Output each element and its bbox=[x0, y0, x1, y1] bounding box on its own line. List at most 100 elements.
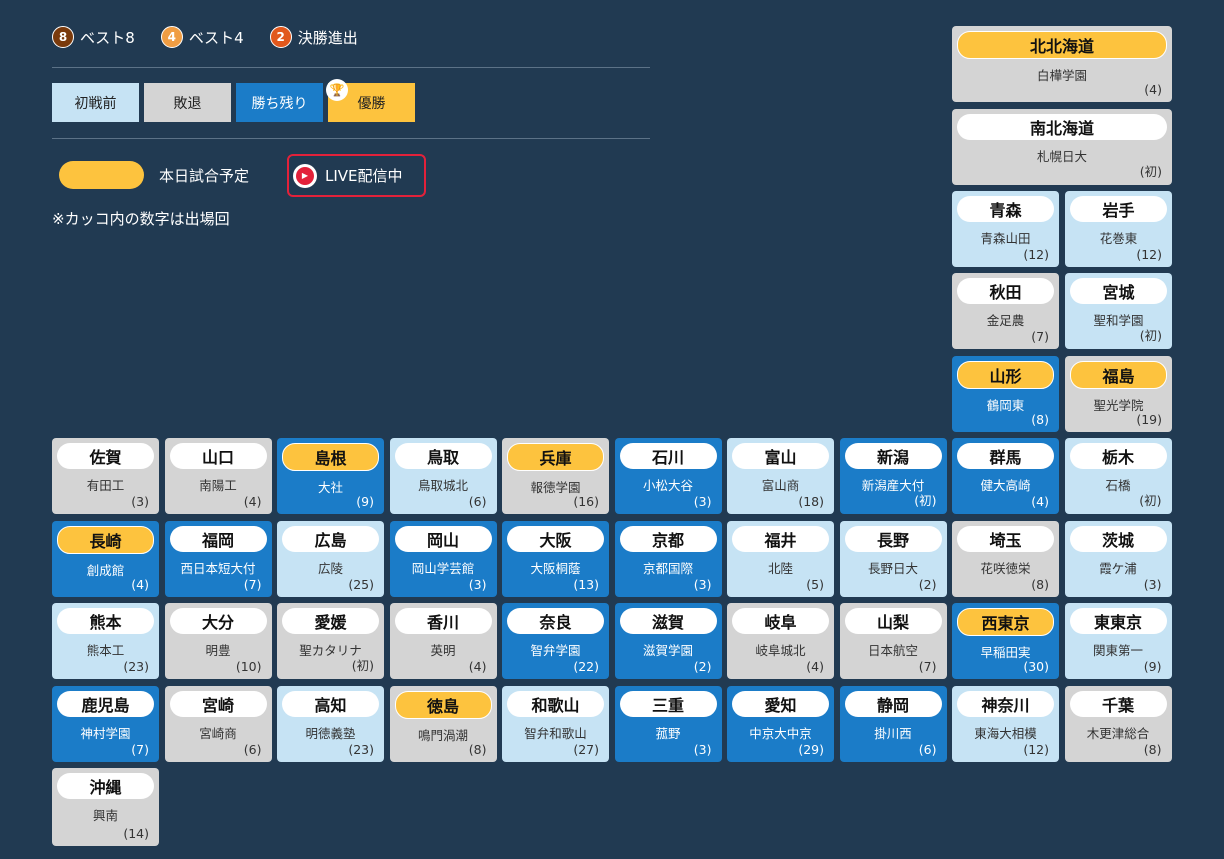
appearance-count: (18) bbox=[798, 494, 824, 509]
prefecture-card[interactable]: 大分 明豊 (10) bbox=[164, 603, 272, 679]
prefecture-card[interactable]: 青森 青森山田 (12) bbox=[952, 191, 1059, 267]
prefecture-card[interactable]: 宮崎 宮崎商 (6) bbox=[164, 685, 272, 762]
prefecture-card[interactable]: 東東京 関東第一 (9) bbox=[1064, 603, 1172, 679]
prefecture-card[interactable]: 岐阜 岐阜城北 (4) bbox=[727, 603, 834, 679]
appearance-count: (7) bbox=[131, 741, 149, 757]
appearance-count: (22) bbox=[573, 659, 599, 674]
prefecture-name: 西東京 bbox=[957, 608, 1054, 636]
prefecture-card[interactable]: 鳥取 鳥取城北 (6) bbox=[389, 438, 497, 514]
prefecture-name: 鳥取 bbox=[394, 443, 492, 469]
prefecture-card[interactable]: 佐賀 有田工 (3) bbox=[52, 438, 159, 514]
prefecture-card[interactable]: 広島 広陵 (25) bbox=[277, 520, 384, 597]
prefecture-card[interactable]: 山口 南陽工 (4) bbox=[164, 438, 272, 514]
prefecture-card[interactable]: 秋田 金足農 (7) bbox=[952, 273, 1059, 349]
prefecture-name: 福島 bbox=[1070, 361, 1167, 389]
prefecture-card[interactable]: 群馬 健大高崎 (4) bbox=[952, 438, 1059, 514]
prefecture-name: 愛知 bbox=[732, 690, 829, 717]
prefecture-card[interactable]: 徳島 鳴門渦潮 (8) bbox=[389, 685, 497, 762]
appearance-count: (23) bbox=[348, 741, 374, 757]
school-name: 木更津総合 bbox=[1086, 725, 1150, 741]
prefecture-card[interactable]: 静岡 掛川西 (6) bbox=[839, 685, 947, 762]
prefecture-card[interactable]: 岡山 岡山学芸館 (3) bbox=[389, 520, 497, 597]
prefecture-card[interactable]: 三重 菰野 (3) bbox=[614, 685, 722, 762]
school-name: 広陵 bbox=[317, 560, 343, 576]
prefecture-card[interactable]: 石川 小松大谷 (3) bbox=[614, 438, 722, 514]
prefecture-name: 岩手 bbox=[1070, 196, 1167, 222]
prefecture-card[interactable]: 富山 富山商 (18) bbox=[727, 438, 834, 514]
appearance-count: (12) bbox=[1136, 247, 1162, 262]
prefecture-card[interactable]: 宮城 聖和学園 (初) bbox=[1065, 273, 1172, 349]
prefecture-name: 宮城 bbox=[1070, 278, 1167, 304]
appearance-count: (8) bbox=[1143, 741, 1162, 757]
prefecture-card[interactable]: 南北海道 札幌日大 (初) bbox=[952, 109, 1172, 185]
appearance-count: (12) bbox=[1023, 247, 1049, 262]
prefecture-card[interactable]: 福岡 西日本短大付 (7) bbox=[164, 520, 272, 597]
prefecture-name: 北北海道 bbox=[957, 31, 1167, 59]
prefecture-card[interactable]: 千葉 木更津総合 (8) bbox=[1064, 685, 1172, 762]
appearance-count: (30) bbox=[1023, 659, 1049, 674]
appearance-count: (初) bbox=[1139, 328, 1162, 343]
live-label: LIVE配信中 bbox=[325, 167, 403, 185]
prefecture-card[interactable]: 京都 京都国際 (3) bbox=[614, 520, 722, 597]
status-champion: 🏆 優勝 bbox=[326, 79, 415, 122]
prefecture-card[interactable]: 神奈川 東海大相模 (12) bbox=[952, 685, 1059, 762]
school-name: 宮崎商 bbox=[199, 725, 237, 741]
prefecture-card[interactable]: 香川 英明 (4) bbox=[389, 603, 497, 679]
school-name: 花巻東 bbox=[1099, 231, 1138, 246]
prefecture-card[interactable]: 愛媛 聖カタリナ (初) bbox=[277, 603, 384, 679]
play-icon: ▶ bbox=[293, 163, 317, 188]
appearance-count: (4) bbox=[243, 494, 262, 509]
appearance-count: (27) bbox=[573, 741, 599, 757]
prefecture-name: 山形 bbox=[957, 361, 1054, 389]
prefecture-card[interactable]: 栃木 石橋 (初) bbox=[1064, 438, 1172, 514]
prefecture-card[interactable]: 大阪 大阪桐蔭 (13) bbox=[502, 520, 609, 597]
prefecture-card[interactable]: 沖縄 興南 (14) bbox=[52, 768, 159, 846]
prefecture-card[interactable]: 山梨 日本航空 (7) bbox=[839, 603, 947, 679]
legend-divider bbox=[52, 138, 650, 139]
status-label: 敗退 bbox=[173, 95, 202, 112]
prefecture-card[interactable]: 長崎 創成館 (4) bbox=[52, 520, 159, 597]
school-name: 鳥取城北 bbox=[417, 478, 468, 493]
live-indicator[interactable]: ▶ LIVE配信中 bbox=[287, 154, 426, 197]
prefecture-name: 香川 bbox=[394, 608, 492, 634]
status-remain: 勝ち残り bbox=[236, 83, 323, 122]
prefecture-card[interactable]: 兵庫 報徳学園 (16) bbox=[502, 438, 609, 514]
prefecture-card[interactable]: 新潟 新潟産大付 (初) bbox=[839, 438, 947, 514]
prefecture-card[interactable]: 和歌山 智弁和歌山 (27) bbox=[502, 685, 609, 762]
prefecture-card[interactable]: 福井 北陸 (5) bbox=[727, 520, 834, 597]
rank-label: ベスト8 bbox=[80, 28, 135, 47]
prefecture-name: 大分 bbox=[169, 608, 267, 634]
prefecture-card[interactable]: 岩手花巻東 (12) bbox=[1065, 191, 1172, 267]
school-name: 健大高崎 bbox=[980, 478, 1031, 493]
prefecture-name: 島根 bbox=[282, 443, 379, 471]
prefecture-card[interactable]: 埼玉 花咲徳栄 (8) bbox=[952, 520, 1059, 597]
prefecture-card[interactable]: 奈良 智弁学園 (22) bbox=[502, 603, 609, 679]
prefecture-card[interactable]: 西東京 早稲田実 (30) bbox=[952, 603, 1059, 679]
prefecture-name: 奈良 bbox=[507, 608, 604, 634]
prefecture-card[interactable]: 山形 鶴岡東 (8) bbox=[952, 356, 1059, 432]
school-name: 智弁和歌山 bbox=[524, 725, 587, 741]
appearance-count: (13) bbox=[573, 576, 599, 592]
school-name: 青森山田 bbox=[980, 231, 1031, 246]
prefecture-card[interactable]: 高知 明徳義塾 (23) bbox=[277, 685, 384, 762]
appearance-count: (3) bbox=[693, 741, 712, 757]
status-label: 優勝 bbox=[357, 95, 386, 112]
rank-legend-item: 2 決勝進出 bbox=[269, 26, 358, 48]
prefecture-card[interactable]: 滋賀 滋賀学園 (2) bbox=[614, 603, 722, 679]
prefecture-name: 京都 bbox=[619, 525, 717, 552]
appearance-count: (5) bbox=[806, 576, 824, 592]
prefecture-name: 広島 bbox=[282, 525, 379, 552]
prefecture-card[interactable]: 愛知 中京大中京 (29) bbox=[727, 685, 834, 762]
prefecture-card[interactable]: 茨城 霞ケ浦 (3) bbox=[1064, 520, 1172, 597]
prefecture-card[interactable]: 島根 大社 (9) bbox=[277, 438, 384, 514]
prefecture-card[interactable]: 長野 長野日大 (2) bbox=[839, 520, 947, 597]
prefecture-card[interactable]: 熊本 熊本工 (23) bbox=[52, 603, 159, 679]
prefecture-name: 富山 bbox=[732, 443, 829, 469]
prefecture-name: 山梨 bbox=[844, 608, 942, 634]
appearance-count: (3) bbox=[1143, 576, 1162, 592]
appearance-count: (3) bbox=[693, 494, 712, 509]
appearance-count: (3) bbox=[131, 494, 149, 509]
prefecture-card[interactable]: 福島 聖光学院 (19) bbox=[1065, 356, 1172, 432]
prefecture-card[interactable]: 北北海道 白樺学園 (4) bbox=[952, 26, 1172, 102]
prefecture-card[interactable]: 鹿児島 神村学園 (7) bbox=[52, 685, 159, 762]
